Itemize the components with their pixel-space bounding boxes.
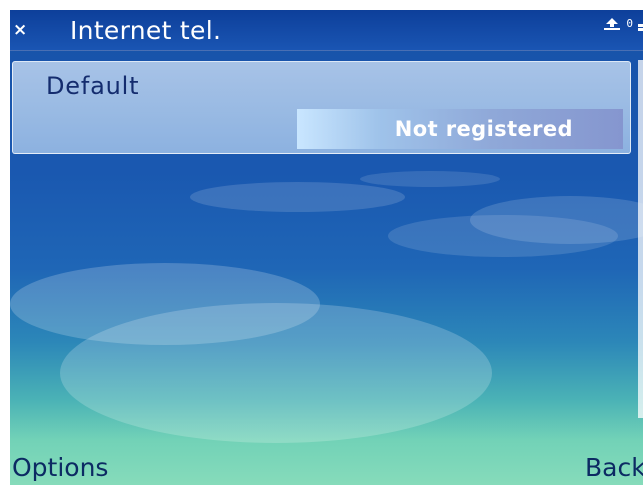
title-bar: × Internet tel. 0 (10, 10, 643, 51)
close-icon[interactable]: × (13, 22, 29, 39)
back-softkey[interactable]: Back (585, 449, 643, 487)
status-indicators: 0 (602, 14, 643, 32)
phone-screen: × Internet tel. 0 Default Not registered (0, 0, 643, 489)
scrollbar[interactable] (638, 60, 643, 418)
registration-status: Not registered (394, 117, 573, 141)
screen-border-left (0, 0, 10, 489)
background-bubble (388, 215, 618, 257)
background-bubble (190, 182, 405, 212)
screen-border-bottom (0, 485, 643, 489)
status-counter: 0 (626, 16, 633, 30)
screen-border-top (0, 0, 643, 10)
status-badge: Not registered (297, 109, 623, 149)
signal-edge-icon (637, 16, 643, 31)
list-item-service[interactable]: Default Not registered (12, 61, 631, 154)
service-name: Default (46, 72, 140, 100)
upload-arrow-icon (602, 16, 622, 30)
background-bubble (60, 303, 492, 443)
page-title: Internet tel. (70, 16, 222, 45)
background-bubble (360, 171, 500, 187)
options-softkey[interactable]: Options (12, 449, 108, 487)
